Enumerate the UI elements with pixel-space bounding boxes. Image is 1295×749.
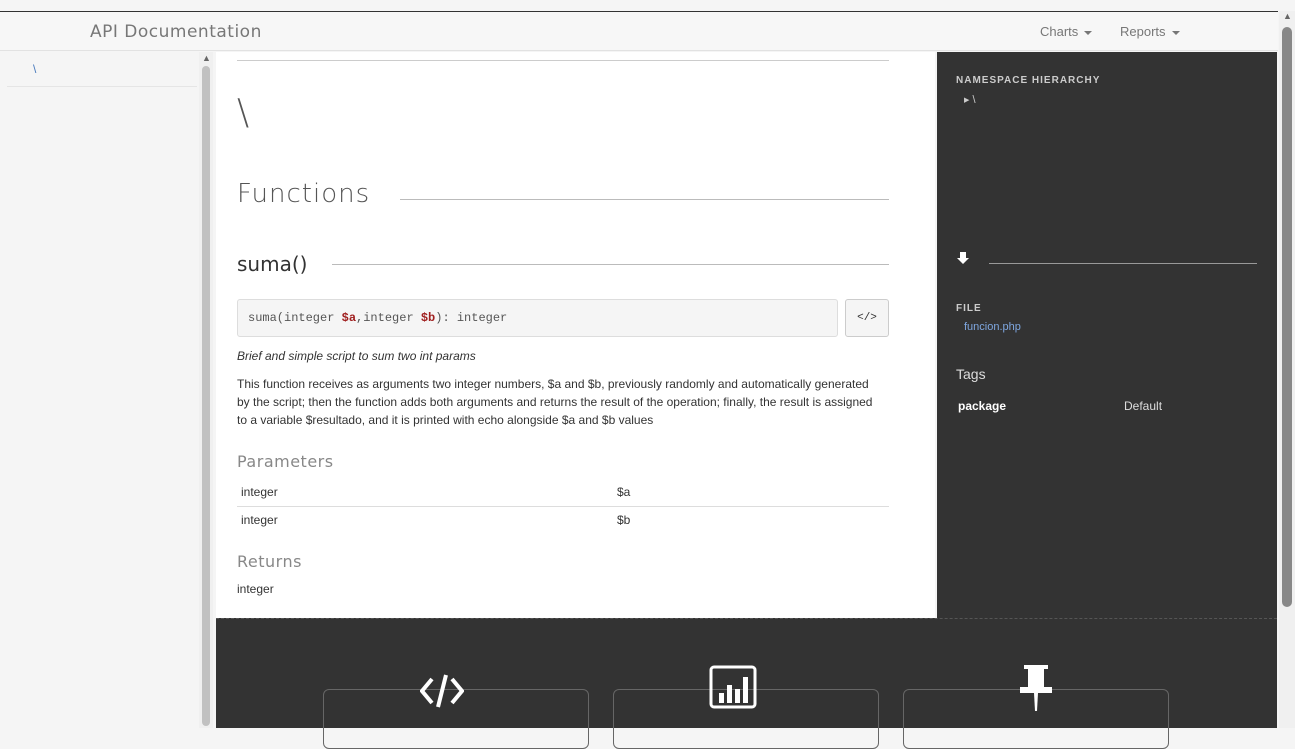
bar-chart-icon bbox=[709, 665, 757, 714]
scrollbar-thumb[interactable] bbox=[1282, 27, 1292, 607]
left-scrollbar[interactable]: ▲ bbox=[199, 52, 213, 728]
pushpin-icon bbox=[1018, 663, 1054, 718]
signature-text: ,integer bbox=[356, 311, 421, 325]
caret-right-icon: ▶ bbox=[964, 97, 970, 105]
file-label: FILE bbox=[956, 303, 982, 314]
section-title: Functions bbox=[237, 179, 371, 209]
namespace-tree-label: \ bbox=[972, 94, 976, 106]
caret-down-icon bbox=[1084, 30, 1093, 35]
divider bbox=[332, 264, 889, 265]
nav-reports-dropdown[interactable]: Reports bbox=[1120, 24, 1180, 39]
tags-title: Tags bbox=[956, 366, 986, 382]
function-name: suma() bbox=[237, 252, 308, 276]
namespace-tree-item[interactable]: ▶ \ bbox=[964, 94, 976, 106]
scroll-up-icon[interactable]: ▲ bbox=[1283, 11, 1292, 21]
scroll-up-icon[interactable]: ▲ bbox=[202, 53, 211, 63]
signature-arg: $a bbox=[341, 311, 357, 325]
left-namespace-list: \ bbox=[7, 52, 197, 728]
table-row: integer $a bbox=[237, 478, 889, 507]
arrow-down-icon bbox=[956, 251, 970, 269]
nav-charts-dropdown[interactable]: Charts bbox=[1040, 24, 1093, 39]
namespace-hierarchy-label: NAMESPACE HIERARCHY bbox=[956, 75, 1101, 86]
divider bbox=[989, 263, 1257, 264]
caret-down-icon bbox=[1171, 30, 1180, 35]
tag-key: package bbox=[958, 399, 1007, 413]
function-summary: Brief and simple script to sum two int p… bbox=[237, 349, 476, 363]
namespace-title: \ bbox=[237, 92, 250, 133]
signature-arg: $b bbox=[420, 311, 436, 325]
nav-reports-label: Reports bbox=[1120, 24, 1166, 39]
parameters-title: Parameters bbox=[237, 452, 334, 471]
brand-title[interactable]: API Documentation bbox=[90, 22, 262, 42]
code-icon bbox=[419, 671, 465, 716]
top-navbar: API Documentation Charts Reports bbox=[0, 11, 1278, 51]
param-name: $b bbox=[617, 513, 631, 528]
param-name: $a bbox=[613, 478, 889, 507]
left-nav-item-root[interactable]: \ bbox=[7, 52, 197, 87]
param-type: integer bbox=[241, 513, 278, 528]
table-row: integer $b bbox=[237, 506, 889, 534]
tag-value: Default bbox=[1124, 399, 1163, 413]
divider bbox=[400, 199, 889, 200]
divider bbox=[237, 60, 889, 61]
page-scrollbar[interactable]: ▲ bbox=[1279, 11, 1295, 728]
parameters-table: integer $a integer $b bbox=[237, 478, 889, 534]
file-link[interactable]: funcion.php bbox=[964, 321, 1021, 333]
signature-text: ): integer bbox=[435, 311, 508, 325]
view-source-button[interactable]: </> bbox=[845, 299, 889, 337]
signature-text: suma(integer bbox=[248, 311, 342, 325]
main-content: \ Functions suma() suma(integer $a,integ… bbox=[216, 52, 935, 618]
function-signature: suma(integer $a,integer $b): integer bbox=[237, 299, 838, 337]
nav-charts-label: Charts bbox=[1040, 24, 1079, 39]
returns-value: integer bbox=[237, 582, 274, 596]
returns-title: Returns bbox=[237, 552, 302, 571]
function-description: This function receives as arguments two … bbox=[237, 377, 873, 427]
footer bbox=[216, 618, 1277, 749]
right-sidebar: NAMESPACE HIERARCHY ▶ \ FILE funcion.php… bbox=[937, 52, 1277, 618]
param-type: integer bbox=[237, 478, 613, 507]
scrollbar-thumb[interactable] bbox=[202, 66, 210, 726]
